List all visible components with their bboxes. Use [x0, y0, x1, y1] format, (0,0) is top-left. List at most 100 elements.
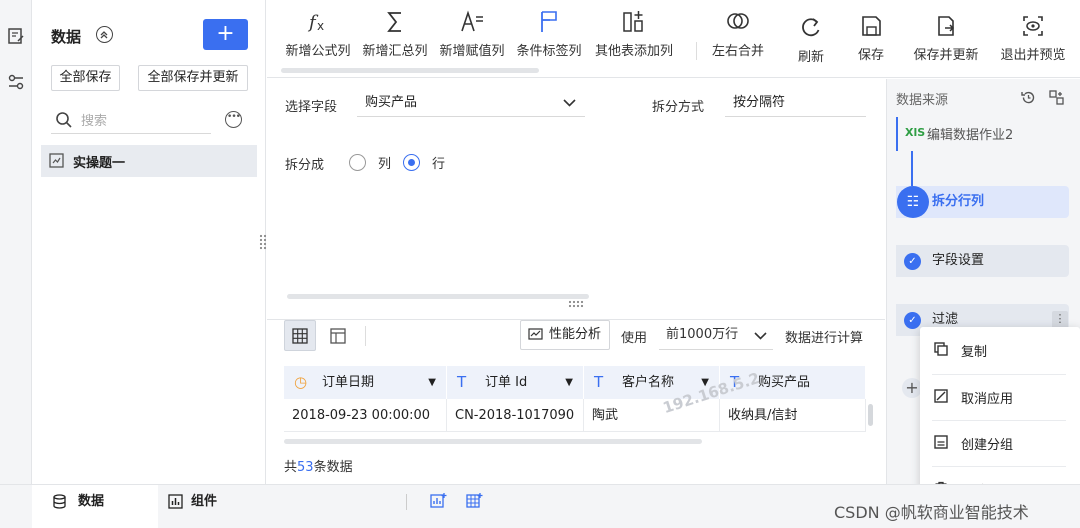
search-input[interactable]: 搜索 — [51, 106, 211, 134]
table-cell: CN-2018-1017090 — [447, 399, 584, 432]
check-icon: ✓ — [904, 312, 921, 329]
layout-view-button[interactable] — [322, 320, 354, 351]
condition-tag-column-button[interactable]: 条件标签列 — [515, 8, 583, 59]
text-type-icon: T — [457, 373, 467, 391]
tab-data[interactable]: 数据 — [32, 485, 158, 528]
select-field-dropdown[interactable]: 购买产品 — [357, 91, 585, 117]
split-into-label: 拆分成 — [285, 158, 325, 173]
menu-item-cancel-apply[interactable]: 取消应用 — [920, 374, 1080, 420]
divider — [406, 494, 407, 510]
menu-item-copy[interactable]: 复制 — [920, 327, 1080, 373]
split-step-icon: ☷ — [897, 186, 929, 218]
row-limit-select[interactable]: 前1000万行 — [659, 322, 773, 350]
select-field-value: 购买产品 — [365, 95, 418, 110]
refresh-button[interactable]: 刷新 — [793, 14, 829, 65]
row-count: 共53条数据 — [284, 460, 353, 475]
divider — [365, 326, 366, 346]
data-source-node[interactable]: XlS 编辑数据作业2 — [896, 117, 1069, 151]
split-method-select[interactable]: 按分隔符 — [725, 91, 866, 117]
tree-item-table[interactable]: 实操题一 — [41, 145, 257, 177]
text-type-icon: T — [594, 373, 604, 391]
svg-text:x: x — [317, 19, 324, 33]
add-table-button[interactable]: + — [203, 19, 248, 50]
performance-analysis-button[interactable]: 性能分析 — [520, 320, 610, 350]
check-icon: ✓ — [904, 253, 921, 270]
config-scrollbar[interactable] — [287, 294, 589, 299]
add-column-from-other-table-button[interactable]: 其他表添加列 — [592, 8, 676, 59]
table-scrollbar[interactable] — [284, 439, 702, 444]
data-edit-icon[interactable] — [6, 26, 26, 46]
table-cell: 2018-09-23 00:00:00 — [284, 399, 447, 432]
column-header-order-date[interactable]: ◷ 订单日期 ▼ — [284, 366, 447, 399]
step-node-split[interactable]: ☷ 拆分行列 — [896, 186, 1069, 218]
table-node-icon — [49, 153, 64, 168]
left-icon-rail — [0, 0, 32, 484]
data-panel: 数据 + 全部保存 全部保存并更新 搜索 ••• 实操题一 — [32, 0, 266, 484]
performance-analysis-label: 性能分析 — [549, 327, 602, 342]
settings-flow-icon[interactable] — [6, 72, 26, 92]
analysis-icon — [528, 328, 543, 340]
use-label: 使用 — [621, 331, 648, 346]
merge-left-right-button[interactable]: 左右合并 — [708, 8, 768, 59]
drag-handle[interactable] — [568, 300, 584, 308]
search-placeholder: 搜索 — [81, 114, 108, 129]
save-and-update-button[interactable]: 保存并更新 — [910, 12, 982, 63]
copy-icon — [934, 342, 948, 356]
database-icon — [53, 494, 66, 509]
chevron-down-icon — [563, 99, 576, 107]
add-table-component-icon[interactable] — [466, 492, 484, 510]
more-options-icon[interactable]: ••• — [225, 111, 242, 128]
flag-icon — [541, 11, 557, 32]
toolbar: fx 新增公式列 新增汇总列 新增赋值列 条件标签列 其他表添加列 左右合并 刷… — [267, 0, 1080, 78]
bottom-tab-bar: 数据 组件 CSDN @帆软商业智能技术 — [0, 484, 1080, 528]
cancel-apply-icon — [934, 389, 948, 403]
select-field-label: 选择字段 — [285, 100, 338, 115]
calc-label: 数据进行计算 — [785, 331, 864, 346]
data-preview-panel: 性能分析 使用 前1000万行 数据进行计算 ◷ 订单日期 ▼ T 订单 Id … — [267, 319, 885, 484]
radio-row[interactable] — [403, 154, 420, 171]
exit-and-preview-button[interactable]: 退出并预览 — [997, 12, 1069, 63]
exit-preview-icon — [1023, 16, 1043, 36]
add-summary-column-button[interactable]: 新增汇总列 — [361, 8, 429, 59]
add-step-icon[interactable]: + — [902, 378, 922, 398]
history-icon[interactable] — [1020, 89, 1037, 106]
add-chart-icon[interactable] — [430, 492, 448, 510]
clock-icon: ◷ — [294, 373, 308, 391]
fx-icon: fx — [307, 12, 324, 33]
toolbar-scrollbar[interactable] — [281, 68, 539, 73]
step-node-field-settings[interactable]: ✓ 字段设置 — [896, 245, 1069, 277]
collapse-icon[interactable] — [96, 26, 113, 43]
split-config-panel: 选择字段 购买产品 拆分方式 按分隔符 拆分成 列 行 — [267, 79, 885, 319]
merge-icon — [727, 13, 749, 29]
grid-view-button[interactable] — [284, 320, 316, 351]
add-formula-column-button[interactable]: fx 新增公式列 — [284, 8, 352, 59]
flow-connector — [911, 151, 913, 189]
grid-icon — [292, 328, 308, 344]
data-source-name: 编辑数据作业2 — [927, 128, 1014, 143]
add-column-icon — [623, 11, 643, 32]
chevron-down-icon — [754, 332, 767, 340]
refresh-icon — [802, 18, 820, 37]
tree-item-label: 实操题一 — [73, 156, 126, 171]
save-all-button[interactable]: 全部保存 — [51, 65, 120, 91]
menu-item-create-group[interactable]: 创建分组 — [920, 420, 1080, 466]
excel-icon: XlS — [905, 126, 926, 139]
save-icon — [862, 16, 881, 36]
table-vscrollbar[interactable] — [868, 404, 873, 426]
resize-handle[interactable] — [259, 234, 267, 250]
layout-split-icon[interactable] — [1048, 89, 1065, 106]
group-icon — [934, 435, 948, 449]
radio-column[interactable] — [349, 154, 366, 171]
caret-down-icon[interactable]: ▼ — [428, 366, 436, 399]
radio-row-label: 行 — [432, 157, 446, 172]
save-button[interactable]: 保存 — [853, 12, 889, 63]
toolbar-divider — [696, 42, 697, 60]
tab-components[interactable]: 组件 — [160, 485, 280, 528]
save-update-icon — [938, 16, 955, 36]
caret-down-icon[interactable]: ▼ — [565, 366, 573, 399]
add-assign-column-button[interactable]: 新增赋值列 — [438, 8, 506, 59]
data-source-title: 数据来源 — [896, 93, 949, 108]
csdn-watermark: CSDN @帆软商业智能技术 — [834, 503, 1029, 522]
column-header-order-id[interactable]: T 订单 Id ▼ — [447, 366, 584, 399]
save-all-update-button[interactable]: 全部保存并更新 — [138, 65, 248, 91]
